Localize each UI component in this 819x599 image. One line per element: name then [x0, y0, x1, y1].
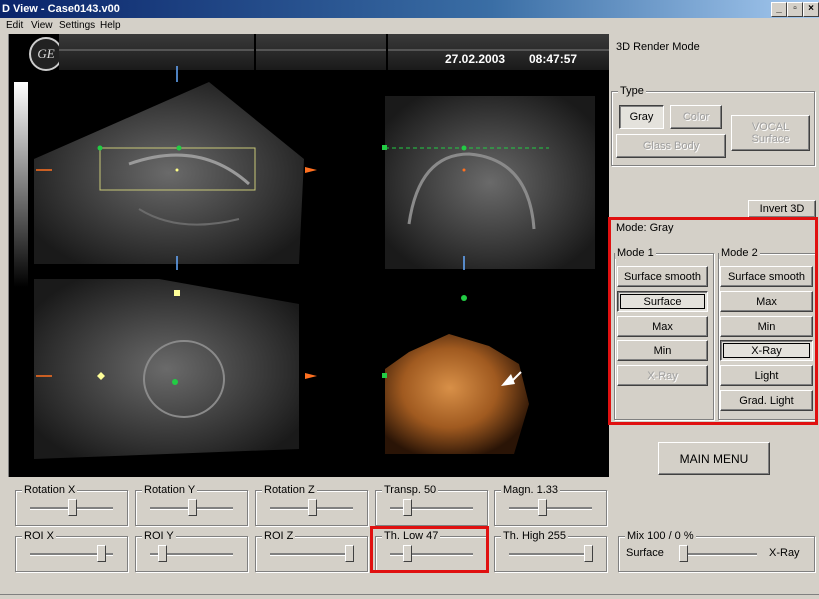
roi-y-label: ROI Y: [142, 530, 176, 542]
transp-thumb[interactable]: [402, 499, 412, 516]
threshold-high-label: Th. High 255: [501, 530, 568, 542]
glass-body-button[interactable]: Glass Body: [616, 134, 726, 158]
threshold-high-slider[interactable]: Th. High 255: [494, 530, 607, 572]
transparency-label: Transp. 50: [382, 484, 439, 496]
title-bar: D View - Case0143.v00 _ ▫ ×: [0, 0, 819, 18]
rotation-z-slider[interactable]: Rotation Z: [255, 484, 368, 526]
roi-z-label: ROI Z: [262, 530, 296, 542]
transparency-slider[interactable]: Transp. 50: [375, 484, 488, 526]
mix-xray-label: X-Ray: [769, 547, 800, 559]
ultrasound-quad-view[interactable]: [9, 34, 609, 477]
pane-3d-render: [382, 295, 529, 454]
mix-slider[interactable]: Mix 100 / 0 % Surface X-Ray: [618, 530, 815, 572]
th-high-thumb[interactable]: [583, 545, 593, 562]
roi-y-slider[interactable]: ROI Y: [135, 530, 248, 572]
pane-bottom-left: [34, 279, 317, 459]
color-button[interactable]: Color: [670, 105, 722, 129]
roi-x-slider[interactable]: ROI X: [15, 530, 128, 572]
menu-bar: Edit View Settings Help: [0, 18, 819, 34]
rotation-x-slider[interactable]: Rotation X: [15, 484, 128, 526]
render-mode-title: 3D Render Mode: [616, 41, 700, 53]
mix-surface-label: Surface: [626, 547, 664, 559]
menu-settings[interactable]: Settings: [59, 18, 95, 34]
rotation-x-label: Rotation X: [22, 484, 78, 496]
type-group-label: Type: [618, 85, 646, 97]
window-title: D View - Case0143.v00: [2, 3, 120, 15]
roi-x-label: ROI X: [22, 530, 56, 542]
status-bar: [0, 594, 819, 599]
mix-label: Mix 100 / 0 %: [625, 530, 696, 542]
roi-z-track[interactable]: [270, 553, 353, 556]
roi-z-slider[interactable]: ROI Z: [255, 530, 368, 572]
th-high-track[interactable]: [509, 553, 592, 556]
maximize-button[interactable]: ▫: [787, 2, 803, 17]
magn-track[interactable]: [509, 507, 592, 510]
mix-thumb[interactable]: [678, 545, 688, 562]
pane-top-right: [382, 96, 595, 270]
magnification-label: Magn. 1.33: [501, 484, 561, 496]
rotation-y-slider[interactable]: Rotation Y: [135, 484, 248, 526]
left-toolbar-edge: [0, 34, 9, 477]
menu-view[interactable]: View: [31, 18, 53, 34]
rotation-y-label: Rotation Y: [142, 484, 198, 496]
mode-highlight-box: [608, 217, 818, 425]
magn-thumb[interactable]: [538, 499, 548, 516]
pane-top-left: [34, 66, 317, 270]
main-menu-button[interactable]: MAIN MENU: [658, 442, 770, 475]
rotation-y-thumb[interactable]: [187, 499, 197, 516]
menu-help[interactable]: Help: [100, 18, 121, 34]
menu-edit[interactable]: Edit: [6, 18, 23, 34]
gray-button[interactable]: Gray: [619, 105, 664, 129]
vocal-surface-button[interactable]: VOCAL Surface: [731, 115, 810, 151]
mix-track[interactable]: [679, 553, 757, 556]
ultrasound-viewer[interactable]: GE 27.02.2003 08:47:57: [9, 34, 609, 477]
threshold-low-highlight-box: [370, 526, 489, 573]
roi-x-thumb[interactable]: [96, 545, 106, 562]
rotation-z-label: Rotation Z: [262, 484, 317, 496]
rotation-z-thumb[interactable]: [307, 499, 317, 516]
magnification-slider[interactable]: Magn. 1.33: [494, 484, 607, 526]
roi-y-thumb[interactable]: [158, 545, 168, 562]
rotation-x-thumb[interactable]: [67, 499, 77, 516]
invert-3d-button[interactable]: Invert 3D: [748, 200, 816, 218]
minimize-button[interactable]: _: [771, 2, 787, 17]
roi-z-thumb[interactable]: [344, 545, 354, 562]
close-button[interactable]: ×: [803, 2, 819, 17]
